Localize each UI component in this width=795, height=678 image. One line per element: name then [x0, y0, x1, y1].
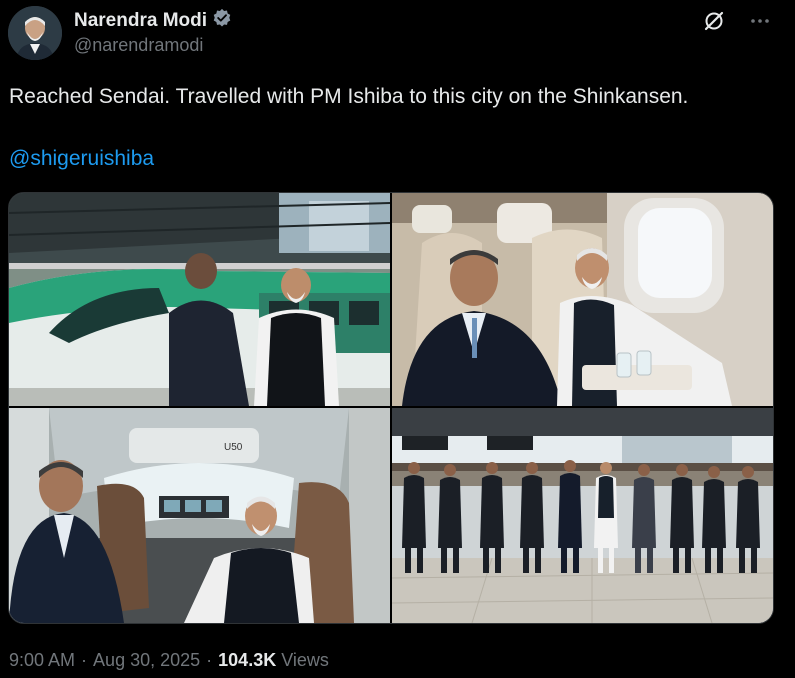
avatar-image [8, 6, 62, 60]
views-count: 104.3K [218, 650, 277, 670]
tweet-date[interactable]: Aug 30, 2025 [93, 650, 200, 671]
meta-separator: · [206, 650, 213, 670]
author-name-row: Narendra Modi [74, 8, 232, 33]
more-icon[interactable] [747, 8, 773, 34]
tweet-time[interactable]: 9:00 AM [9, 650, 75, 671]
avatar[interactable] [8, 6, 62, 60]
media-grid: U50 [8, 192, 774, 624]
media-photo-1[interactable] [9, 193, 390, 406]
views-label: Views [281, 650, 329, 670]
mention-link[interactable]: @shigeruishiba [9, 147, 154, 171]
tweet-meta: 9:00 AM · Aug 30, 2025 · 104.3K Views [9, 650, 329, 671]
media-photo-2[interactable] [392, 193, 773, 406]
cab-display-text: U50 [224, 442, 243, 453]
media-photo-3[interactable]: U50 [9, 408, 390, 623]
author-display-name[interactable]: Narendra Modi [74, 10, 207, 32]
media-photo-4[interactable] [392, 408, 773, 623]
verified-badge-icon [212, 8, 232, 33]
tweet-actions-top [701, 8, 773, 34]
tweet-text: Reached Sendai. Travelled with PM Ishiba… [9, 85, 689, 108]
author-handle[interactable]: @narendramodi [74, 35, 203, 56]
grok-icon[interactable] [701, 8, 727, 34]
meta-separator: · [81, 650, 88, 670]
